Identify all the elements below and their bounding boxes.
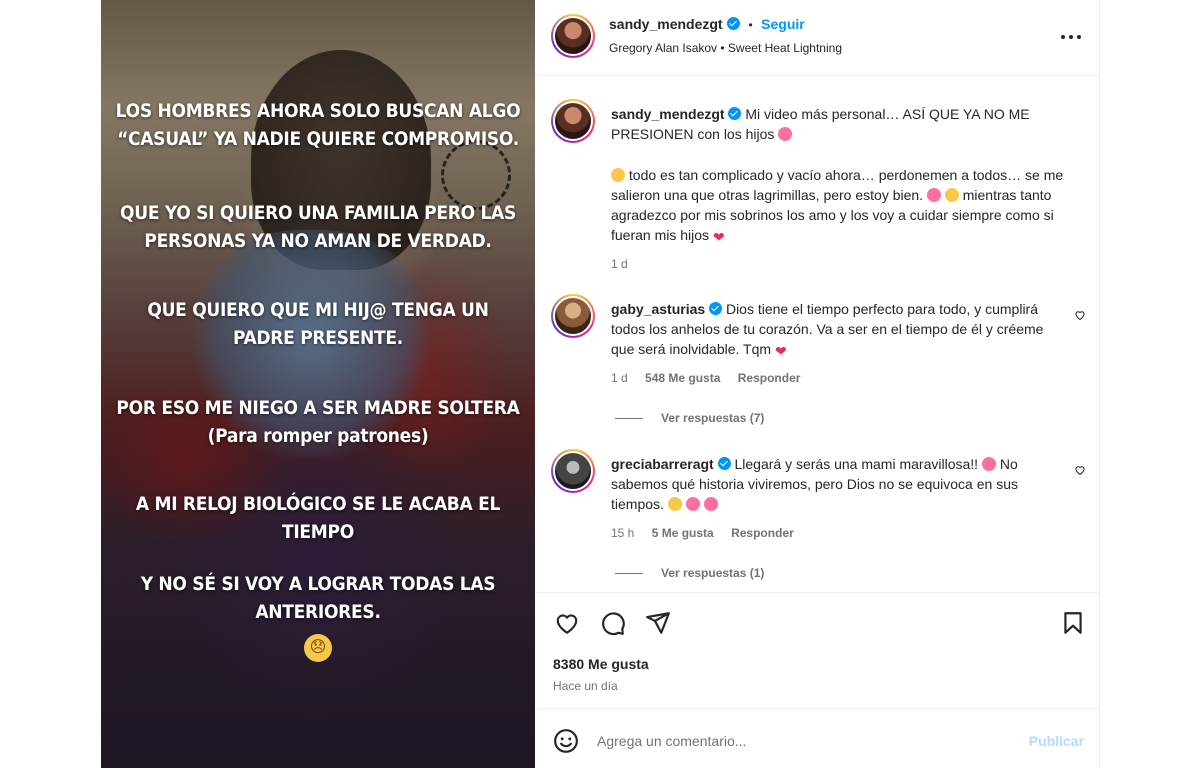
overlay-line: Y NO SÉ SI VOY A LOGRAR TODAS LAS (140, 573, 496, 595)
overlay-line: PERSONAS YA NO AMAN DE VERDAD. (144, 230, 492, 252)
comment-time: 15 h (611, 526, 635, 540)
post-likes-count[interactable]: 8380 Me gusta (553, 656, 649, 672)
commenter-username[interactable]: gaby_asturias (611, 301, 705, 317)
reply-button[interactable]: Responder (738, 371, 801, 385)
heart-emoji (775, 341, 789, 361)
video-player[interactable]: LOS HOMBRES AHORA SOLO BUSCAN ALGO “CASU… (101, 0, 535, 768)
author-avatar[interactable] (551, 14, 595, 58)
replies-dash (615, 572, 643, 574)
heart-icon[interactable] (554, 610, 580, 636)
like-comment-heart-icon[interactable] (1074, 464, 1086, 476)
heart-hands-emoji (703, 497, 718, 511)
overlay-text-6: Y NO SÉ SI VOY A LOGRAR TODAS LAS ANTERI… (101, 570, 535, 626)
comment-text: gaby_asturias Dios tiene el tiempo perfe… (611, 299, 1061, 361)
post-actions: 8380 Me gusta Hace un día (535, 592, 1100, 707)
overlay-text-5: A MI RELOJ BIOLÓGICO SE LE ACABA EL TIEM… (101, 490, 535, 546)
overlay-text-1: LOS HOMBRES AHORA SOLO BUSCAN ALGO “CASU… (101, 97, 535, 153)
caption-avatar[interactable] (551, 99, 595, 143)
bookmark-icon[interactable] (1060, 610, 1086, 636)
sparkles-emoji (667, 497, 682, 511)
post-date: Hace un día (553, 679, 618, 693)
share-icon[interactable] (645, 610, 671, 636)
overlay-line: A MI RELOJ BIOLÓGICO SE LE ACABA EL (135, 493, 501, 515)
hearts-face-emoji (778, 127, 793, 141)
comment-body: Llegará y serás una mami maravillosa!! (734, 456, 979, 472)
overlay-line: ANTERIORES. (255, 601, 381, 623)
commenter-avatar[interactable] (551, 294, 595, 338)
commenter-avatar[interactable] (551, 449, 595, 493)
add-comment-bar: Publicar (535, 708, 1100, 768)
white-heart-emoji (685, 497, 700, 511)
verified-icon (727, 17, 741, 30)
publish-button[interactable]: Publicar (1029, 733, 1084, 749)
smiling-face-emoji (944, 188, 959, 202)
like-comment-heart-icon[interactable] (1074, 309, 1086, 321)
view-replies-label: Ver respuestas (1) (661, 566, 765, 580)
comment-likes[interactable]: 5 Me gusta (652, 526, 714, 540)
overlay-text-4: POR ESO ME NIEGO A SER MADRE SOLTERA (Pa… (101, 394, 535, 450)
party-popper-emoji (981, 457, 996, 471)
overlay-line: LOS HOMBRES AHORA SOLO BUSCAN ALGO (115, 100, 521, 122)
overlay-line: QUE QUIERO QUE MI HIJ@ TENGA UN (147, 299, 489, 321)
overlay-line: QUE YO SI QUIERO UNA FAMILIA PERO LAS (120, 202, 516, 224)
post-panel: sandy_mendezgt • Seguir Gregory Alan Isa… (535, 0, 1100, 768)
author-username[interactable]: sandy_mendezgt (609, 16, 723, 32)
overlay-text-3: QUE QUIERO QUE MI HIJ@ TENGA UN PADRE PR… (101, 296, 535, 352)
comments-list[interactable]: sandy_mendezgt Mi video más personal… AS… (535, 77, 1100, 592)
reply-button[interactable]: Responder (731, 526, 794, 540)
overlay-line: (Para romper patrones) (207, 425, 429, 447)
caption-text-1: sandy_mendezgt Mi video más personal… AS… (611, 104, 1083, 144)
separator-dot: • (748, 18, 753, 32)
comment-text: greciabarreragt Llegará y serás una mami… (611, 454, 1061, 514)
heart-ribbon-emoji (926, 188, 941, 202)
overlay-line: POR ESO ME NIEGO A SER MADRE SOLTERA (116, 397, 520, 419)
overlay-line: PADRE PRESENTE. (233, 327, 403, 349)
view-replies-button[interactable]: Ver respuestas (1) (615, 566, 764, 580)
comment-time: 1 d (611, 371, 628, 385)
comment-meta: 1 d 548 Me gusta Responder (611, 371, 814, 385)
post-header: sandy_mendezgt • Seguir Gregory Alan Isa… (535, 0, 1100, 76)
view-replies-button[interactable]: Ver respuestas (7) (615, 411, 764, 425)
comment-input[interactable] (597, 727, 997, 755)
follow-button[interactable]: Seguir (761, 16, 805, 32)
caption-username[interactable]: sandy_mendezgt (611, 106, 725, 122)
caption-time: 1 d (611, 257, 628, 271)
overlay-line: “CASUAL” YA NADIE QUIERE COMPROMISO. (117, 128, 519, 150)
verified-icon (728, 107, 742, 120)
view-replies-label: Ver respuestas (7) (661, 411, 765, 425)
commenter-username[interactable]: greciabarreragt (611, 456, 714, 472)
comment-likes[interactable]: 548 Me gusta (645, 371, 720, 385)
heart-emoji (713, 227, 727, 247)
replies-dash (615, 417, 643, 419)
more-icon[interactable] (1060, 24, 1082, 44)
comment-icon[interactable] (600, 610, 626, 636)
pleading-face-emoji (611, 168, 625, 182)
overlay-line: TIEMPO (282, 521, 354, 543)
audio-track[interactable]: Gregory Alan Isakov • Sweet Heat Lightni… (609, 41, 842, 55)
sad-face-emoji: 😞 (101, 628, 535, 662)
verified-icon (709, 302, 723, 315)
verified-icon (717, 457, 731, 470)
emoji-icon[interactable] (553, 728, 579, 754)
comment-meta: 15 h 5 Me gusta Responder (611, 526, 808, 540)
caption-text-2: todo es tan complicado y vacío ahora… pe… (611, 165, 1089, 247)
overlay-text-2: QUE YO SI QUIERO UNA FAMILIA PERO LAS PE… (101, 199, 535, 255)
